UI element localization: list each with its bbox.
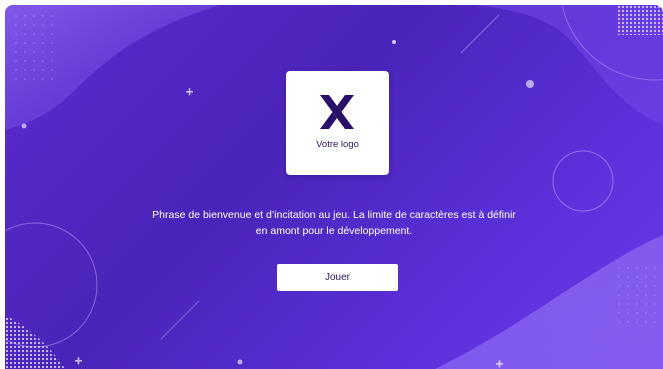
game-start-screen: Votre logo Phrase de bienvenue et d’inci… [5, 5, 663, 369]
dot-cluster-top-right [617, 5, 663, 35]
decor-dot-4 [237, 359, 243, 365]
x-logo-icon [320, 95, 354, 129]
decor-dot-1 [392, 40, 396, 44]
plus-icon-bottom-left [75, 357, 82, 365]
dot-cluster-bottom-left [5, 315, 65, 369]
decor-dot-3 [21, 123, 27, 129]
dot-grid-top-left [13, 13, 55, 83]
dot-grid-bottom-right [611, 267, 663, 327]
welcome-message: Phrase de bienvenue et d’incitation au j… [152, 209, 516, 237]
decor-dot-2 [526, 80, 534, 88]
play-button[interactable]: Jouer [277, 264, 398, 291]
decor-line-top [460, 14, 500, 54]
circle-outline-right [552, 150, 614, 212]
logo-card: Votre logo [286, 71, 389, 175]
decor-line-bottom [160, 300, 200, 340]
background-decoration [5, 5, 663, 369]
plus-icon-top [186, 88, 193, 96]
logo-label: Votre logo [316, 139, 359, 150]
